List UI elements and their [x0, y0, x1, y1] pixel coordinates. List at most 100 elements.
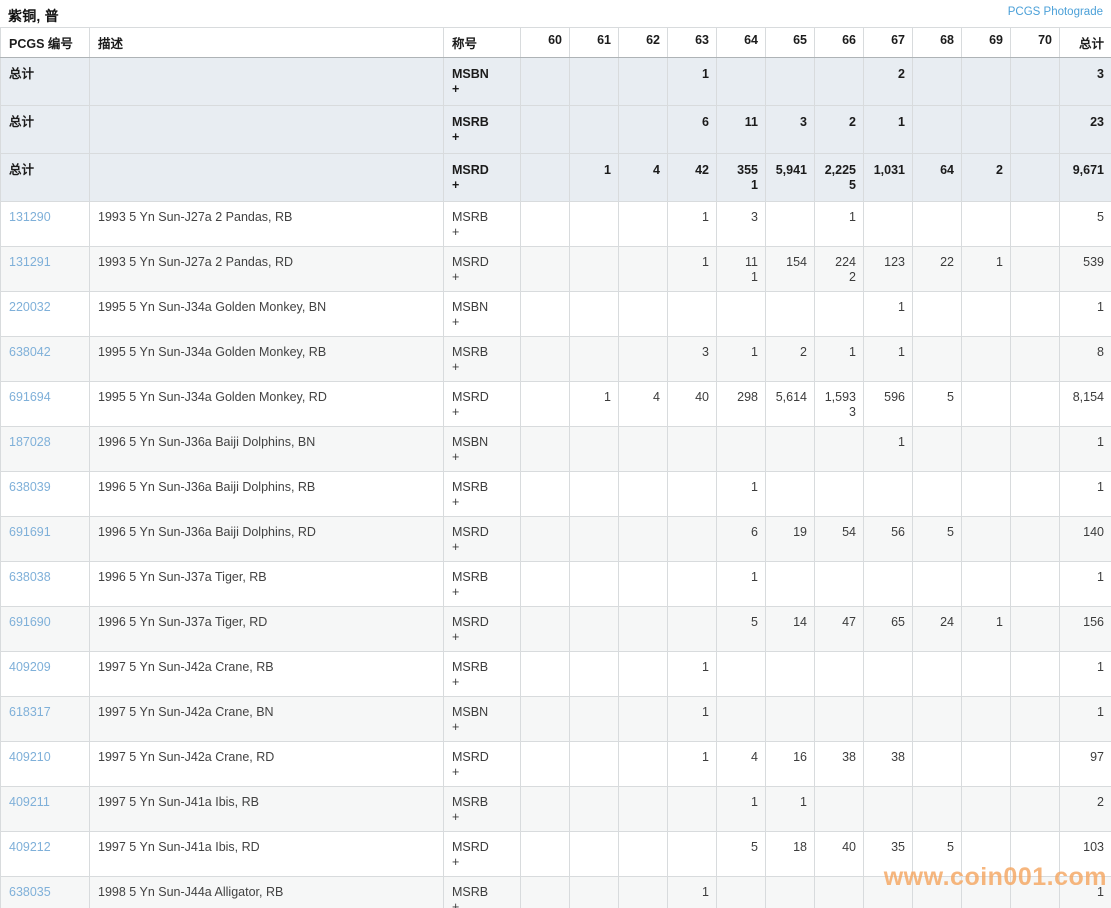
pcgs-number-link[interactable]: 691690 [9, 615, 51, 629]
description-cell: 1997 5 Yn Sun-J42a Crane, RB [90, 652, 444, 697]
grade-cell-70 [1011, 154, 1060, 202]
grade-cell-69 [962, 106, 1011, 154]
summary-row-label: 总计 [9, 163, 34, 177]
grade-cell-65: 5,941 [766, 154, 815, 202]
pcgs-number-cell: 总计 [1, 154, 90, 202]
grade-cell-60 [521, 697, 570, 742]
grade-cell-60 [521, 427, 570, 472]
pcgs-number-link[interactable]: 409211 [9, 795, 50, 809]
grade-cell-60 [521, 202, 570, 247]
grade-cell-66: 1,593 3 [815, 382, 864, 427]
header-row: PCGS 编号描述称号6061626364656667686970总计 [1, 28, 1111, 58]
description-cell: 1998 5 Yn Sun-J44a Alligator, RB [90, 877, 444, 908]
designation-cell: MSRB + [444, 337, 521, 382]
grade-cell-69: 2 [962, 154, 1011, 202]
col-header-63: 63 [668, 28, 717, 58]
pcgs-number-link[interactable]: 220032 [9, 300, 51, 314]
grade-cell-70 [1011, 106, 1060, 154]
grade-cell-66 [815, 877, 864, 908]
total-cell: 1 [1060, 652, 1111, 697]
grade-cell-67: 1 [864, 337, 913, 382]
photograde-link[interactable]: PCGS Photograde [1008, 6, 1103, 18]
pcgs-number-link[interactable]: 691694 [9, 390, 51, 404]
grade-cell-64: 1 [717, 337, 766, 382]
grade-cell-67: 2 [864, 58, 913, 106]
grade-cell-61 [570, 787, 619, 832]
grade-cell-61 [570, 652, 619, 697]
grade-cell-68 [913, 697, 962, 742]
pcgs-number-cell: 409210 [1, 742, 90, 787]
grade-cell-64: 3 [717, 202, 766, 247]
description-cell: 1996 5 Yn Sun-J36a Baiji Dolphins, RB [90, 472, 444, 517]
grade-cell-61 [570, 607, 619, 652]
grade-cell-60 [521, 58, 570, 106]
grade-cell-65: 19 [766, 517, 815, 562]
grade-cell-61 [570, 337, 619, 382]
designation-cell: MSRB + [444, 472, 521, 517]
table-body: 总计MSBN +123总计MSRB +61132123总计MSRD +14423… [1, 58, 1111, 908]
grade-cell-64: 11 1 [717, 247, 766, 292]
grade-cell-60 [521, 517, 570, 562]
description-cell: 1996 5 Yn Sun-J36a Baiji Dolphins, RD [90, 517, 444, 562]
grade-cell-66: 38 [815, 742, 864, 787]
grade-cell-64: 5 [717, 607, 766, 652]
grade-cell-65: 1 [766, 787, 815, 832]
grade-cell-67 [864, 562, 913, 607]
pcgs-number-cell: 691694 [1, 382, 90, 427]
table-row: 4092091997 5 Yn Sun-J42a Crane, RBMSRB +… [1, 652, 1111, 697]
grade-cell-70 [1011, 427, 1060, 472]
grade-cell-67: 1 [864, 106, 913, 154]
grade-cell-63 [668, 607, 717, 652]
grade-cell-70 [1011, 247, 1060, 292]
grade-cell-66: 1 [815, 202, 864, 247]
pcgs-number-link[interactable]: 638038 [9, 570, 51, 584]
grade-cell-63: 1 [668, 58, 717, 106]
grade-cell-62 [619, 742, 668, 787]
description-cell: 1997 5 Yn Sun-J41a Ibis, RD [90, 832, 444, 877]
pcgs-number-link[interactable]: 618317 [9, 705, 51, 719]
grade-cell-61 [570, 106, 619, 154]
designation-cell: MSRD + [444, 832, 521, 877]
pcgs-number-link[interactable]: 131290 [9, 210, 51, 224]
pcgs-number-link[interactable]: 638042 [9, 345, 51, 359]
grade-cell-61 [570, 742, 619, 787]
designation-cell: MSRD + [444, 607, 521, 652]
total-cell: 156 [1060, 607, 1111, 652]
grade-cell-68 [913, 202, 962, 247]
pcgs-number-link[interactable]: 131291 [9, 255, 51, 269]
pcgs-number-link[interactable]: 409210 [9, 750, 51, 764]
page-header: 紫铜, 普 PCGS Photograde [0, 0, 1111, 27]
grade-cell-69: 1 [962, 247, 1011, 292]
pcgs-number-link[interactable]: 691691 [9, 525, 51, 539]
total-cell: 1 [1060, 472, 1111, 517]
grade-cell-64 [717, 58, 766, 106]
grade-cell-65 [766, 292, 815, 337]
grade-cell-63 [668, 472, 717, 517]
pcgs-number-link[interactable]: 638035 [9, 885, 51, 899]
pcgs-number-cell: 638042 [1, 337, 90, 382]
grade-cell-65 [766, 562, 815, 607]
pcgs-number-link[interactable]: 409209 [9, 660, 51, 674]
grade-cell-61: 1 [570, 382, 619, 427]
grade-cell-63: 1 [668, 742, 717, 787]
grade-cell-69 [962, 832, 1011, 877]
total-cell: 1 [1060, 697, 1111, 742]
pcgs-number-link[interactable]: 638039 [9, 480, 51, 494]
col-header-pcgs-number: PCGS 编号 [1, 28, 90, 58]
grade-cell-63: 40 [668, 382, 717, 427]
grade-cell-66: 2 [815, 106, 864, 154]
pcgs-number-cell: 618317 [1, 697, 90, 742]
summary-row-label: 总计 [9, 67, 34, 81]
pcgs-number-cell: 总计 [1, 58, 90, 106]
grade-cell-68 [913, 877, 962, 908]
designation-cell: MSRB + [444, 106, 521, 154]
grade-cell-70 [1011, 832, 1060, 877]
grade-cell-67 [864, 697, 913, 742]
designation-cell: MSRD + [444, 154, 521, 202]
pcgs-number-link[interactable]: 409212 [9, 840, 51, 854]
grade-cell-67 [864, 652, 913, 697]
pcgs-number-link[interactable]: 187028 [9, 435, 51, 449]
grade-cell-64: 11 [717, 106, 766, 154]
table-row: 6380381996 5 Yn Sun-J37a Tiger, RBMSRB +… [1, 562, 1111, 607]
col-header-66: 66 [815, 28, 864, 58]
